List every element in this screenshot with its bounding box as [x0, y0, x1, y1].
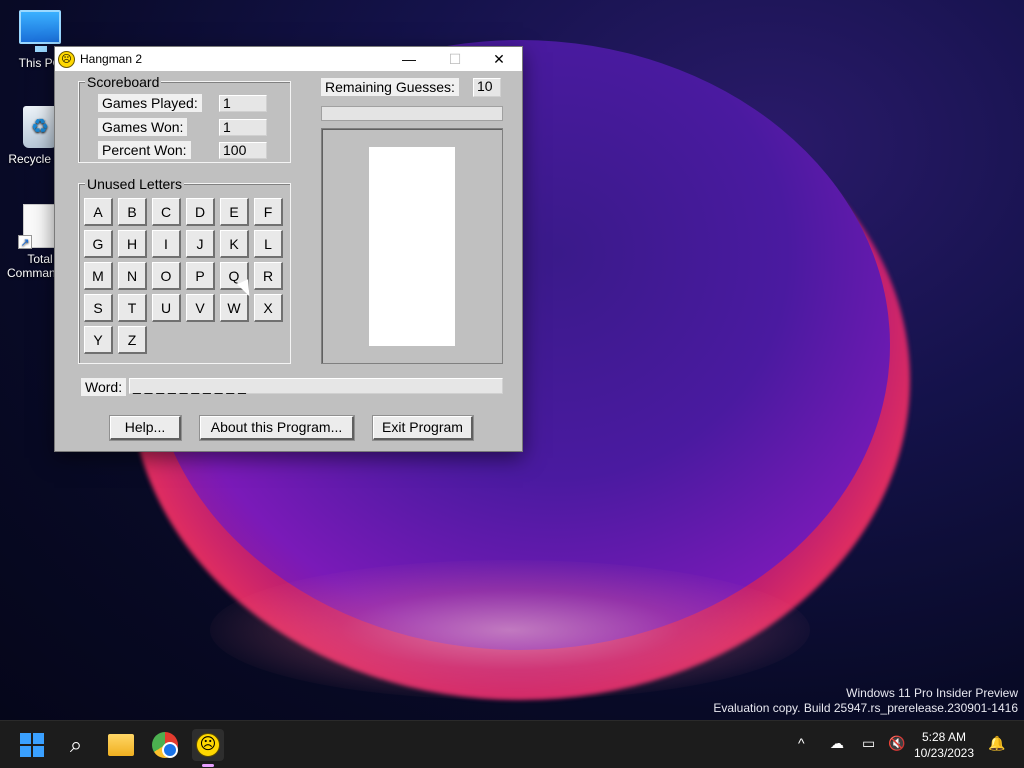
start-logo-pane [20, 746, 31, 757]
letter-button-z[interactable]: Z [118, 326, 147, 354]
hangman-taskbar-button[interactable]: ☹ [192, 729, 224, 767]
letter-button-e[interactable]: E [220, 198, 249, 226]
letter-button-s[interactable]: S [84, 294, 113, 322]
percent-won-label: Percent Won: [98, 141, 191, 159]
window-title: Hangman 2 [80, 52, 143, 66]
letter-button-d[interactable]: D [186, 198, 215, 226]
start-logo-pane [33, 733, 44, 744]
letter-button-t[interactable]: T [118, 294, 147, 322]
watermark-line-1: Windows 11 Pro Insider Preview [846, 686, 1018, 700]
letter-button-b[interactable]: B [118, 198, 147, 226]
minimize-button[interactable]: — [386, 47, 432, 71]
word-display: _ _ _ _ _ _ _ _ _ _ [129, 378, 503, 394]
active-app-indicator [202, 764, 214, 767]
sad-face-icon: ☹ [196, 733, 220, 757]
hangman-window: ☹ Hangman 2 — ☐ ✕ Scoreboard Games Playe… [54, 46, 523, 452]
letter-button-l[interactable]: L [254, 230, 283, 258]
games-played-value: 1 [219, 95, 267, 112]
letter-button-y[interactable]: Y [84, 326, 113, 354]
chrome-icon[interactable] [152, 732, 178, 758]
unused-letters-legend: Unused Letters [85, 176, 184, 192]
letter-button-o[interactable]: O [152, 262, 181, 290]
games-won-value: 1 [219, 119, 267, 136]
letter-button-u[interactable]: U [152, 294, 181, 322]
percent-won-value: 100 [219, 142, 267, 159]
shortcut-arrow-icon: ↗ [18, 235, 32, 249]
help-button[interactable]: Help... [109, 415, 182, 441]
letter-button-a[interactable]: A [84, 198, 113, 226]
games-played-label: Games Played: [98, 94, 202, 112]
notification-bell-icon[interactable]: 🔔 [988, 735, 1005, 752]
clock-time: 5:28 AM [921, 730, 966, 744]
letter-button-g[interactable]: G [84, 230, 113, 258]
letter-button-n[interactable]: N [118, 262, 147, 290]
games-won-label: Games Won: [98, 118, 188, 136]
unused-letters-group: Unused Letters ABCDEFGHIJKLMNOPQRSTUVWXY… [78, 176, 291, 364]
file-explorer-icon[interactable] [108, 734, 134, 756]
letter-button-p[interactable]: P [186, 262, 215, 290]
exit-button[interactable]: Exit Program [372, 415, 474, 441]
start-logo-pane [20, 733, 31, 744]
word-label: Word: [81, 378, 127, 396]
start-button[interactable] [16, 729, 48, 761]
start-logo-pane [33, 746, 44, 757]
recycle-bin-icon: ♻ [23, 106, 57, 148]
shortcut-file-icon: ↗ [18, 204, 57, 249]
letter-button-j[interactable]: J [186, 230, 215, 258]
remaining-guesses-label: Remaining Guesses: [321, 78, 459, 96]
title-bar[interactable]: ☹ Hangman 2 — ☐ ✕ [55, 47, 522, 71]
network-icon[interactable]: ▭ [862, 735, 875, 752]
sad-face-app-icon: ☹ [58, 51, 75, 68]
wallpaper-glow [210, 560, 810, 700]
scoreboard-group: Scoreboard Games Played: 1 Games Won: 1 … [78, 74, 291, 163]
close-button[interactable]: ✕ [476, 47, 522, 71]
gallows-panel [321, 128, 503, 364]
letter-button-c[interactable]: C [152, 198, 181, 226]
taskbar: ⌕ ☹ ^ ☁ ▭ 🔇 5:28 AM 10/23/2023 🔔 [0, 720, 1024, 768]
computer-icon [19, 10, 61, 52]
about-button[interactable]: About this Program... [199, 415, 355, 441]
guesses-progress-bar [321, 106, 503, 121]
letter-button-h[interactable]: H [118, 230, 147, 258]
letter-button-r[interactable]: R [254, 262, 283, 290]
letter-button-f[interactable]: F [254, 198, 283, 226]
letter-button-x[interactable]: X [254, 294, 283, 322]
gallows-drawing-area [369, 147, 455, 346]
letter-button-m[interactable]: M [84, 262, 113, 290]
system-clock[interactable]: 5:28 AM 10/23/2023 [914, 729, 974, 761]
letter-button-k[interactable]: K [220, 230, 249, 258]
scoreboard-legend: Scoreboard [85, 74, 162, 90]
letter-button-i[interactable]: I [152, 230, 181, 258]
clock-date: 10/23/2023 [913, 746, 974, 760]
maximize-button: ☐ [448, 51, 462, 67]
volume-muted-icon[interactable]: 🔇 [888, 735, 905, 752]
letter-button-v[interactable]: V [186, 294, 215, 322]
search-icon[interactable]: ⌕ [60, 729, 92, 761]
remaining-guesses-value: 10 [473, 78, 501, 97]
tray-overflow-chevron-icon[interactable]: ^ [798, 735, 805, 751]
watermark-line-2: Evaluation copy. Build 25947.rs_prerelea… [713, 701, 1018, 715]
onedrive-icon[interactable]: ☁ [830, 735, 844, 752]
